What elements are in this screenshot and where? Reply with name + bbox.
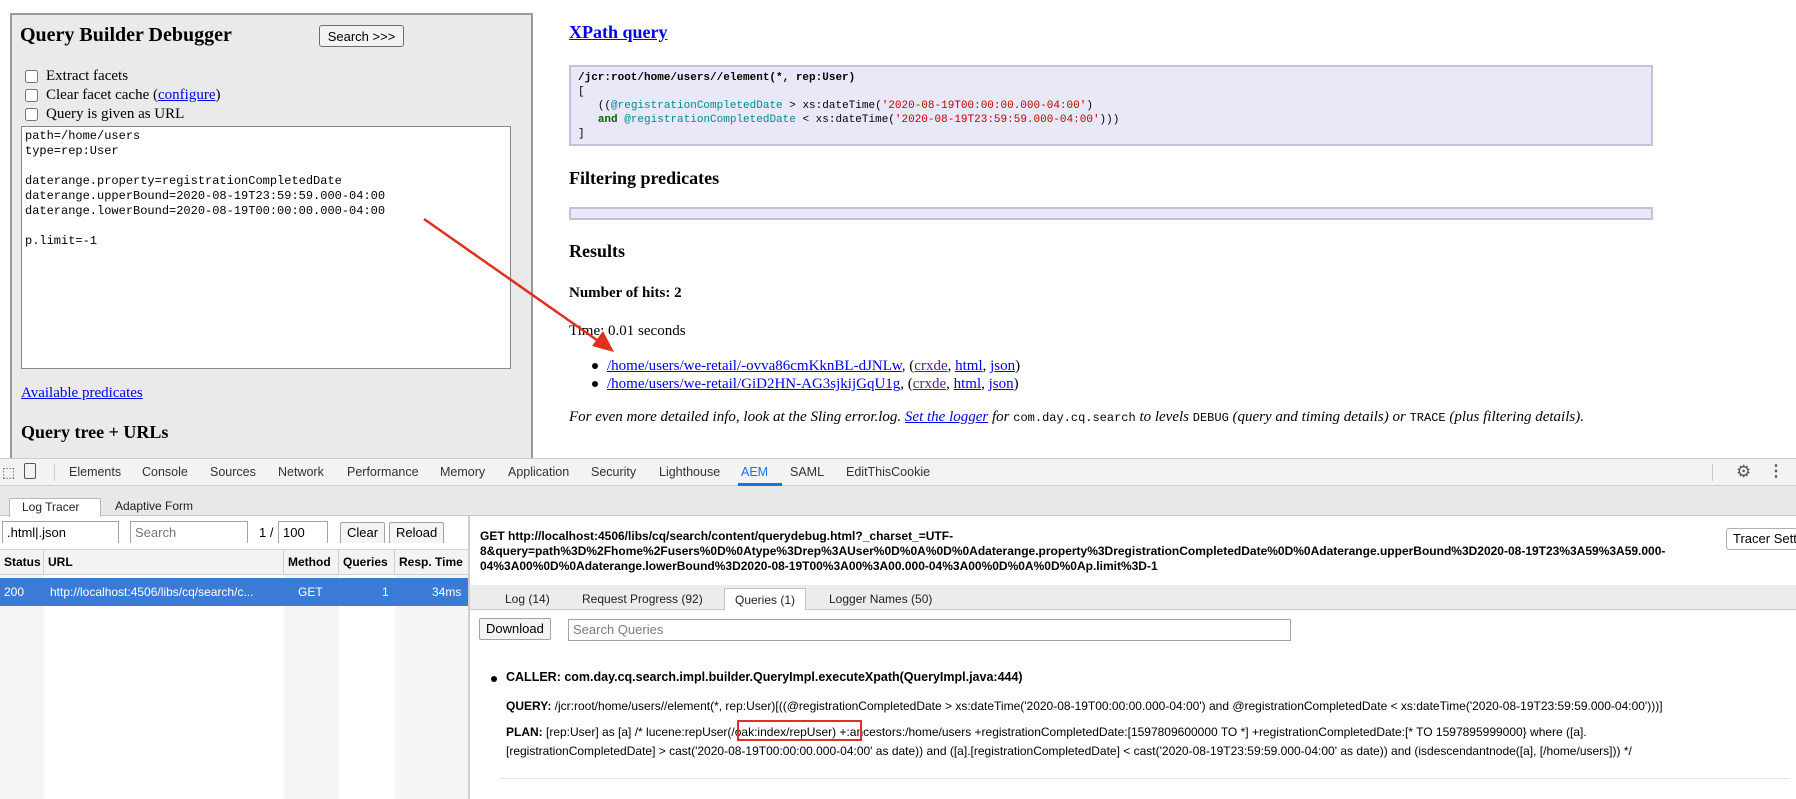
- page-indicator: 1 /: [259, 525, 274, 540]
- devtools-tab-security[interactable]: Security: [591, 458, 636, 486]
- tab-request-progress[interactable]: Request Progress (92): [572, 588, 713, 610]
- query-statement: QUERY: /jcr:root/home/users//element(*, …: [506, 699, 1663, 713]
- column-method[interactable]: Method: [284, 549, 339, 575]
- plan-value-1: [rep:User] as [a] /* lucene:repUser(/oak…: [542, 725, 1587, 739]
- subtab-log-tracer[interactable]: Log Tracer: [9, 498, 101, 517]
- more-options-icon[interactable]: ⋮: [1768, 458, 1784, 486]
- aem-subtab-bar: [0, 486, 1796, 516]
- devtools-tab-network[interactable]: Network: [278, 458, 324, 486]
- reload-button[interactable]: Reload: [389, 522, 445, 544]
- query-caller: CALLER: com.day.cq.search.impl.builder.Q…: [506, 670, 1023, 684]
- divider: [500, 778, 1790, 779]
- query-plan-line-2: [registrationCompletedDate] > cast('2020…: [506, 744, 1632, 758]
- toolbar-divider: [1712, 464, 1713, 481]
- tab-queries[interactable]: Queries (1): [724, 588, 807, 610]
- devtools-tab-performance[interactable]: Performance: [347, 458, 419, 486]
- request-url: GET http://localhost:4506/libs/cq/search…: [480, 529, 1666, 573]
- subtab-adaptive-form[interactable]: Adaptive Form: [103, 498, 205, 517]
- device-toolbar-icon[interactable]: [24, 463, 36, 479]
- column-status[interactable]: Status: [0, 549, 44, 575]
- row-queries: 1: [382, 585, 389, 599]
- tab-log[interactable]: Log (14): [495, 588, 560, 610]
- download-button[interactable]: Download: [479, 618, 551, 640]
- search-queries-input[interactable]: Search Queries: [568, 619, 1291, 641]
- tracer-settings-button[interactable]: Tracer Sett: [1726, 528, 1796, 550]
- row-method: GET: [298, 585, 323, 599]
- devtools-tab-aem[interactable]: AEM: [741, 458, 768, 486]
- column-queries[interactable]: Queries: [339, 549, 395, 575]
- query-plan-line-1: PLAN: [rep:User] as [a] /* lucene:repUse…: [506, 725, 1587, 739]
- query-value: /jcr:root/home/users//element(*, rep:Use…: [551, 699, 1663, 713]
- devtools-tab-application[interactable]: Application: [508, 458, 569, 486]
- inspect-element-icon[interactable]: ⬚: [2, 458, 15, 486]
- toolbar-divider: [54, 464, 55, 481]
- devtools-tab-saml[interactable]: SAML: [790, 458, 824, 486]
- tab-logger-names[interactable]: Logger Names (50): [819, 588, 942, 610]
- url-filter-input[interactable]: .html|.json: [2, 521, 119, 545]
- devtools-tab-memory[interactable]: Memory: [440, 458, 485, 486]
- page-size-input[interactable]: 100: [278, 521, 328, 545]
- clear-button[interactable]: Clear: [340, 522, 386, 544]
- bullet-icon: [491, 676, 497, 682]
- index-highlight-box: [737, 720, 862, 741]
- query-label: QUERY:: [506, 699, 552, 713]
- row-resp-time: 34ms: [432, 585, 462, 599]
- devtools-tab-elements[interactable]: Elements: [69, 458, 121, 486]
- plan-label: PLAN:: [506, 725, 543, 739]
- devtools-tab-lighthouse[interactable]: Lighthouse: [659, 458, 720, 486]
- row-url: http://localhost:4506/libs/cq/search/c..…: [50, 585, 254, 599]
- devtools-tab-sources[interactable]: Sources: [210, 458, 256, 486]
- row-status: 200: [4, 585, 25, 599]
- devtools-tab-console[interactable]: Console: [142, 458, 188, 486]
- devtools-tab-editthiscookie[interactable]: EditThisCookie: [846, 458, 930, 486]
- settings-gear-icon[interactable]: ⚙: [1736, 458, 1751, 486]
- column-url[interactable]: URL: [44, 549, 284, 575]
- request-search-input[interactable]: Search: [130, 521, 248, 545]
- column-resp-time[interactable]: Resp. Time: [395, 549, 468, 575]
